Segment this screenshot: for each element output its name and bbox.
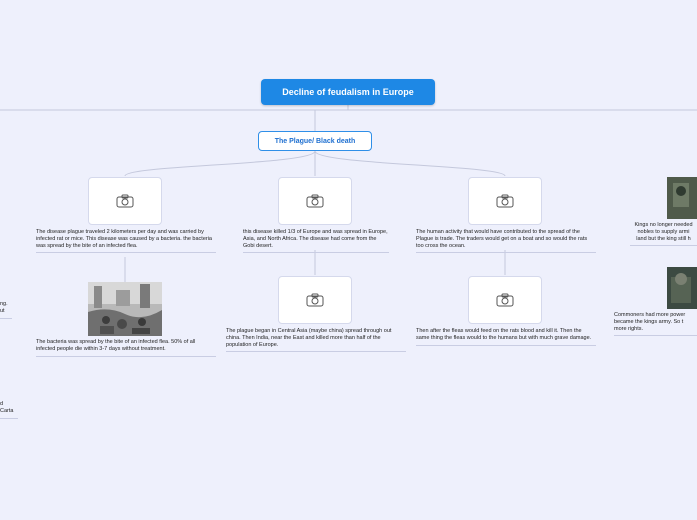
branch-2-top-text[interactable]: this disease killed 1/3 of Europe and wa… (243, 229, 389, 254)
right-node-2-text[interactable]: Commoners had more power became the kings… (614, 312, 697, 337)
camera-icon (306, 194, 324, 208)
image-placeholder[interactable] (468, 276, 542, 324)
left-node-2-text[interactable]: d Carta (0, 401, 18, 419)
camera-icon (496, 293, 514, 307)
root-topic[interactable]: Decline of feudalism in Europe (261, 79, 435, 105)
image-placeholder[interactable] (278, 177, 352, 225)
image-placeholder[interactable] (468, 177, 542, 225)
subtopic-plague[interactable]: The Plague/ Black death (258, 131, 372, 151)
left-node-1-text[interactable]: ng. ut (0, 301, 12, 319)
image-placeholder[interactable] (88, 177, 162, 225)
branch-1-top-text[interactable]: The disease plague traveled 2 kilometers… (36, 229, 216, 254)
branch-2-bottom-text[interactable]: The plague began in Central Asia (maybe … (226, 328, 406, 353)
branch-1-bottom-text[interactable]: The bacteria was spread by the bite of a… (36, 339, 216, 357)
camera-icon (306, 293, 324, 307)
plague-engraving-image (88, 282, 162, 336)
branch-3-bottom-text[interactable]: Then after the fleas would feed on the r… (416, 328, 596, 346)
soldier-image (667, 267, 697, 309)
right-node-1-text[interactable]: Kings no longer needed nobles to supply a… (630, 222, 697, 247)
king-image (667, 177, 697, 219)
camera-icon (116, 194, 134, 208)
camera-icon (496, 194, 514, 208)
image-placeholder[interactable] (278, 276, 352, 324)
connector-lines (0, 105, 697, 282)
branch-3-top-text[interactable]: The human activity that would have contr… (416, 229, 596, 254)
